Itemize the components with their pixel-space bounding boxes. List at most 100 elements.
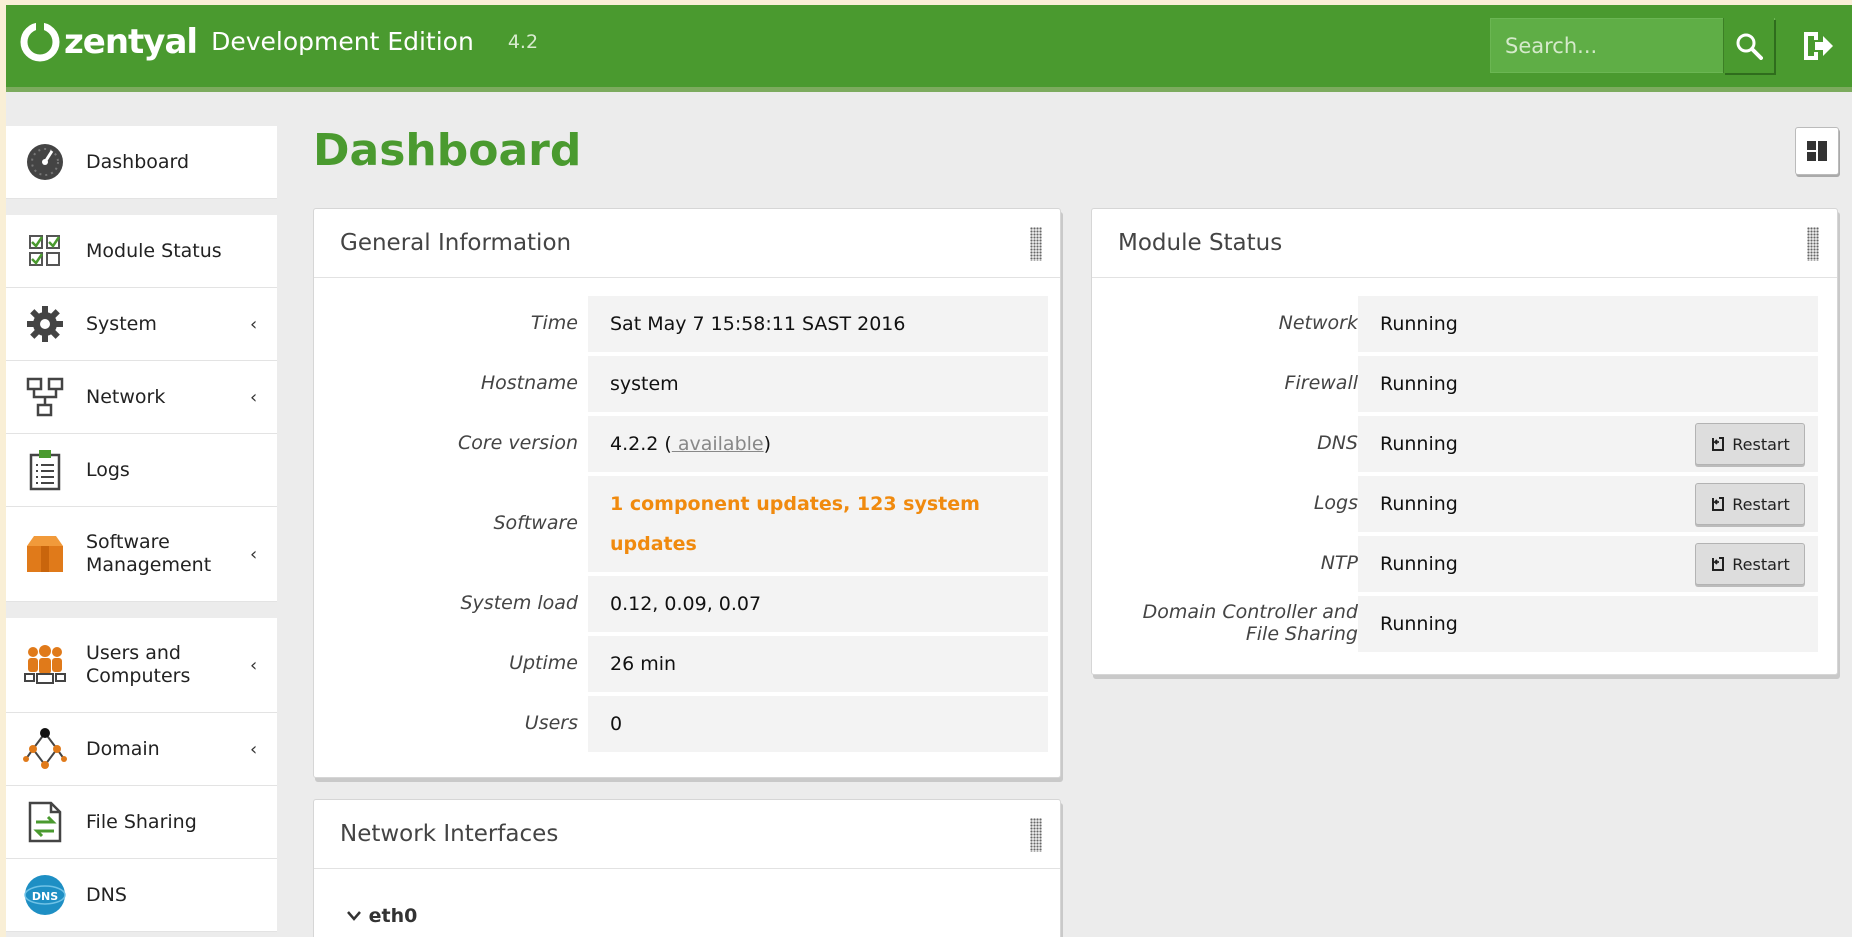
chevron-left-icon: ‹ xyxy=(250,386,258,408)
dashboard-layout-button[interactable] xyxy=(1795,127,1839,175)
page-title: Dashboard xyxy=(313,125,582,176)
sidebar-gap xyxy=(6,199,277,215)
chevron-left-icon: ‹ xyxy=(250,738,258,760)
panel-title: General Information xyxy=(340,230,572,256)
info-row-system-load: System load 0.12, 0.09, 0.07 xyxy=(314,576,1060,632)
module-status: Running xyxy=(1380,313,1458,335)
software-updates-link[interactable]: 1 component updates, 123 system updates xyxy=(610,484,1010,564)
logo[interactable]: zentyal Development Edition 4.2 xyxy=(20,22,538,62)
core-version-suffix: ) xyxy=(763,433,772,455)
sidebar-item-label: Network xyxy=(86,385,166,408)
sidebar-item-network[interactable]: Network ‹ xyxy=(6,361,277,434)
interface-toggle[interactable]: eth0 xyxy=(346,905,417,927)
module-status-box: Running xyxy=(1358,356,1818,412)
drag-handle-icon[interactable] xyxy=(1030,227,1042,261)
app-frame: zentyal Development Edition 4.2 Dashboar… xyxy=(6,5,1852,937)
module-name: DNS xyxy=(1317,432,1358,454)
domain-tree-icon xyxy=(23,727,67,771)
info-row-core-version: Core version 4.2.2 ( available) xyxy=(314,416,1060,472)
gear-icon xyxy=(23,302,67,346)
sidebar-item-software-management[interactable]: Software Management ‹ xyxy=(6,507,277,602)
sidebar-item-label: Logs xyxy=(86,458,130,481)
info-row-users: Users 0 xyxy=(314,696,1060,752)
info-value-box: system xyxy=(588,356,1048,412)
info-key: System load xyxy=(460,592,579,614)
logout-icon[interactable] xyxy=(1801,29,1835,63)
sidebar-item-label: Dashboard xyxy=(86,150,190,173)
sidebar-item-label: Module Status xyxy=(86,239,222,262)
sidebar-item-logs[interactable]: Logs xyxy=(6,434,277,507)
info-key: Hostname xyxy=(480,372,578,394)
info-value-box: 0.12, 0.09, 0.07 xyxy=(588,576,1048,632)
module-row-dns: DNS Running Restart xyxy=(1092,416,1837,472)
info-key: Users xyxy=(524,712,578,734)
module-name: Logs xyxy=(1313,492,1358,514)
module-status-box: Running Restart xyxy=(1358,416,1818,472)
restart-dns-button[interactable]: Restart xyxy=(1695,423,1805,465)
dashboard-gauge-icon xyxy=(23,140,67,184)
info-key: Time xyxy=(530,312,578,334)
chevron-left-icon: ‹ xyxy=(250,543,258,565)
module-row-firewall: Firewall Running xyxy=(1092,356,1837,412)
restart-ntp-button[interactable]: Restart xyxy=(1695,543,1805,585)
sidebar-item-dns[interactable]: DNS DNS xyxy=(6,859,277,932)
module-status-box: Running xyxy=(1358,596,1818,652)
top-bar: zentyal Development Edition 4.2 xyxy=(6,5,1852,92)
sidebar-item-domain[interactable]: Domain ‹ xyxy=(6,713,277,786)
panel-title: Module Status xyxy=(1118,230,1283,256)
module-name: NTP xyxy=(1320,552,1358,574)
module-status-box: Running xyxy=(1358,296,1818,352)
panel-title: Network Interfaces xyxy=(340,821,559,847)
chevron-left-icon: ‹ xyxy=(250,313,258,335)
restart-icon xyxy=(1712,497,1725,511)
users-icon xyxy=(23,643,67,687)
edition-label: Development Edition xyxy=(211,27,474,56)
restart-label: Restart xyxy=(1732,494,1790,514)
sidebar-item-label: Software Management xyxy=(86,531,212,576)
info-row-hostname: Hostname system xyxy=(314,356,1060,412)
module-status: Running xyxy=(1380,493,1458,515)
sidebar-item-file-sharing[interactable]: File Sharing xyxy=(6,786,277,859)
info-key: Core version xyxy=(457,432,578,454)
info-value: 4.2.2 ( available) xyxy=(610,433,771,455)
clipboard-icon xyxy=(23,448,67,492)
sidebar-item-module-status[interactable]: Module Status xyxy=(6,215,277,288)
restart-logs-button[interactable]: Restart xyxy=(1695,483,1805,525)
brand-name: zentyal xyxy=(64,22,198,62)
info-value-box: 1 component updates, 123 system updates xyxy=(588,476,1048,572)
module-status: Running xyxy=(1380,553,1458,575)
search-input[interactable] xyxy=(1491,19,1721,72)
restart-label: Restart xyxy=(1732,554,1790,574)
checkbox-grid-icon xyxy=(23,229,67,273)
restart-label: Restart xyxy=(1732,434,1790,454)
info-row-time: Time Sat May 7 15:58:11 SAST 2016 xyxy=(314,296,1060,352)
module-status: Running xyxy=(1380,433,1458,455)
search-box xyxy=(1490,18,1775,73)
info-value-box: Sat May 7 15:58:11 SAST 2016 xyxy=(588,296,1048,352)
chevron-down-icon xyxy=(347,911,361,921)
search-button[interactable] xyxy=(1723,18,1774,73)
svg-text:DNS: DNS xyxy=(32,890,58,903)
sidebar: Dashboard Module Status System ‹ Network… xyxy=(6,126,277,932)
info-value-box: 26 min xyxy=(588,636,1048,692)
drag-handle-icon[interactable] xyxy=(1030,818,1042,852)
sidebar-item-label: Users and Computers xyxy=(86,642,191,687)
module-status-box: Running Restart xyxy=(1358,536,1818,592)
sidebar-item-dashboard[interactable]: Dashboard xyxy=(6,126,277,199)
interface-name: eth0 xyxy=(368,905,418,927)
available-link[interactable]: available xyxy=(672,433,764,455)
sidebar-item-system[interactable]: System ‹ xyxy=(6,288,277,361)
info-value-box: 4.2.2 ( available) xyxy=(588,416,1048,472)
layout-grid-icon xyxy=(1807,141,1827,161)
info-value: 0.12, 0.09, 0.07 xyxy=(610,593,762,615)
module-row-network: Network Running xyxy=(1092,296,1837,352)
drag-handle-icon[interactable] xyxy=(1807,227,1819,261)
module-status-box: Running Restart xyxy=(1358,476,1818,532)
module-name: Domain Controller and File Sharing xyxy=(1142,601,1358,645)
panel-header: Network Interfaces xyxy=(314,800,1060,869)
info-key: Uptime xyxy=(509,652,578,674)
sidebar-item-users-and-computers[interactable]: Users and Computers ‹ xyxy=(6,618,277,713)
chevron-left-icon: ‹ xyxy=(250,654,258,676)
info-value: system xyxy=(610,373,679,395)
module-name: Firewall xyxy=(1284,372,1358,394)
